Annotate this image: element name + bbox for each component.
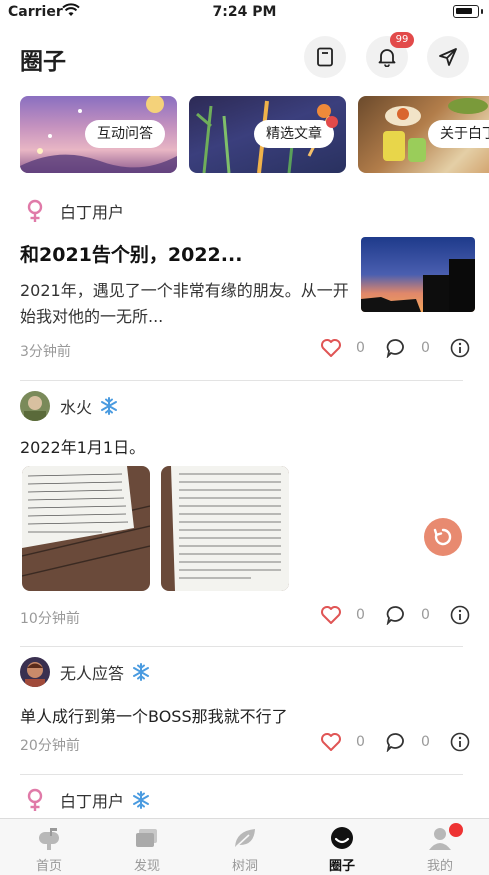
person-icon [405,825,475,851]
send-button[interactable] [427,36,469,78]
leaf-icon [210,825,280,851]
tab-circle[interactable]: 圈子 [307,825,377,874]
info-icon [450,605,470,625]
tab-home[interactable]: 首页 [14,825,84,874]
more-info-button[interactable] [450,338,470,358]
snowflake-icon [100,397,118,415]
cards-icon [112,825,182,851]
tab-treehole-label: 树洞 [231,859,258,874]
mailbox-icon [14,825,84,851]
snowflake-icon [132,791,150,809]
bottom-tab-bar: 首页 发现 树洞 圈子 我的 [0,818,489,875]
notification-badge: 99 [390,32,414,48]
status-bar: Carrier 7:24 PM [0,0,489,26]
like-count: 0 [356,340,365,356]
post-meta-row: 3分钟前 0 0 [20,338,470,362]
post-card[interactable]: 无人应答 [20,656,469,688]
post-thumbnail[interactable] [361,237,475,312]
comment-count: 0 [421,607,430,623]
post-meta-row: 10分钟前 0 0 [20,605,470,629]
post-author-name[interactable]: 无人应答 [60,660,124,684]
comment-icon [386,733,404,752]
tab-discover[interactable]: 发现 [112,825,182,874]
post-author-name[interactable]: 水火 [60,394,92,418]
comment-icon [386,606,404,625]
circle-icon [307,825,377,851]
post-time: 3分钟前 [20,344,71,360]
post-time: 20分钟前 [20,738,80,754]
like-count: 0 [356,607,365,623]
tab-profile-label: 我的 [426,859,453,874]
post-image[interactable] [22,466,150,591]
post-card[interactable]: 白丁用户 [20,195,469,227]
paper-plane-icon [439,48,457,66]
like-button[interactable]: 0 [320,338,365,358]
tile-qa[interactable]: 互动问答 [20,96,177,173]
comment-button[interactable]: 0 [385,605,430,625]
like-count: 0 [356,734,365,750]
more-info-button[interactable] [450,732,470,752]
status-time: 7:24 PM [212,4,277,20]
comment-count: 0 [421,734,430,750]
post-author-row[interactable]: 无人应答 [20,656,469,688]
post-author-row[interactable]: 水火 [20,390,469,422]
tile-featured-label: 精选文章 [254,120,334,148]
new-indicator-dot [326,116,338,128]
tab-treehole[interactable]: 树洞 [210,825,280,874]
post-image[interactable] [161,466,289,591]
divider [20,380,463,381]
comment-count: 0 [421,340,430,356]
tab-discover-label: 发现 [133,859,160,874]
post-meta-row: 20分钟前 0 0 [20,732,470,756]
unread-dot [449,823,463,837]
post-title[interactable]: 和2021告个别，2022... [20,240,242,267]
avatar[interactable] [20,391,50,421]
heart-icon [321,339,341,357]
tab-profile[interactable]: 我的 [405,823,475,874]
bell-icon [378,49,396,67]
female-icon [20,785,50,815]
divider [20,646,463,647]
snowflake-icon [132,663,150,681]
like-button[interactable]: 0 [320,732,365,752]
tab-circle-label: 圈子 [328,859,355,874]
post-card[interactable]: 白丁用户 [20,784,469,816]
heart-icon [321,606,341,624]
info-icon [450,732,470,752]
post-author-row[interactable]: 白丁用户 [20,195,469,227]
tile-featured-articles[interactable]: 精选文章 [189,96,346,173]
refresh-icon [433,528,452,546]
comment-button[interactable]: 0 [385,732,430,752]
post-author-name[interactable]: 白丁用户 [60,199,124,223]
heart-icon [321,733,341,751]
post-card[interactable]: 水火 [20,390,469,422]
post-excerpt[interactable]: 2021年，遇见了一个非常有缘的朋友。从一开始我对他的一无所... [20,278,350,330]
battery-icon [453,5,483,18]
bookmark-button[interactable] [304,36,346,78]
info-icon [450,338,470,358]
page-header: 圈子 99 [0,32,489,80]
tile-about-label: 关于白丁 [428,120,489,148]
notifications-button[interactable]: 99 [366,32,414,78]
tile-qa-label: 互动问答 [85,120,165,148]
tab-home-label: 首页 [35,859,62,874]
avatar[interactable] [20,657,50,687]
comment-button[interactable]: 0 [385,338,430,358]
post-text[interactable]: 2022年1月1日。 [20,434,145,458]
post-text[interactable]: 单人成行到第一个BOSS那我就不行了 [20,703,288,727]
topic-carousel[interactable]: 互动问答 精选文章 关于白丁 [20,96,489,174]
tile-about[interactable]: 关于白丁 [358,96,489,173]
post-time: 10分钟前 [20,611,80,627]
bookmark-icon [317,47,333,67]
divider [20,774,463,775]
post-author-name[interactable]: 白丁用户 [60,788,124,812]
like-button[interactable]: 0 [320,605,365,625]
page-title: 圈子 [20,49,66,75]
more-info-button[interactable] [450,605,470,625]
female-icon [20,196,50,226]
refresh-button[interactable] [424,518,462,556]
post-author-row[interactable]: 白丁用户 [20,784,469,816]
comment-icon [386,339,404,358]
